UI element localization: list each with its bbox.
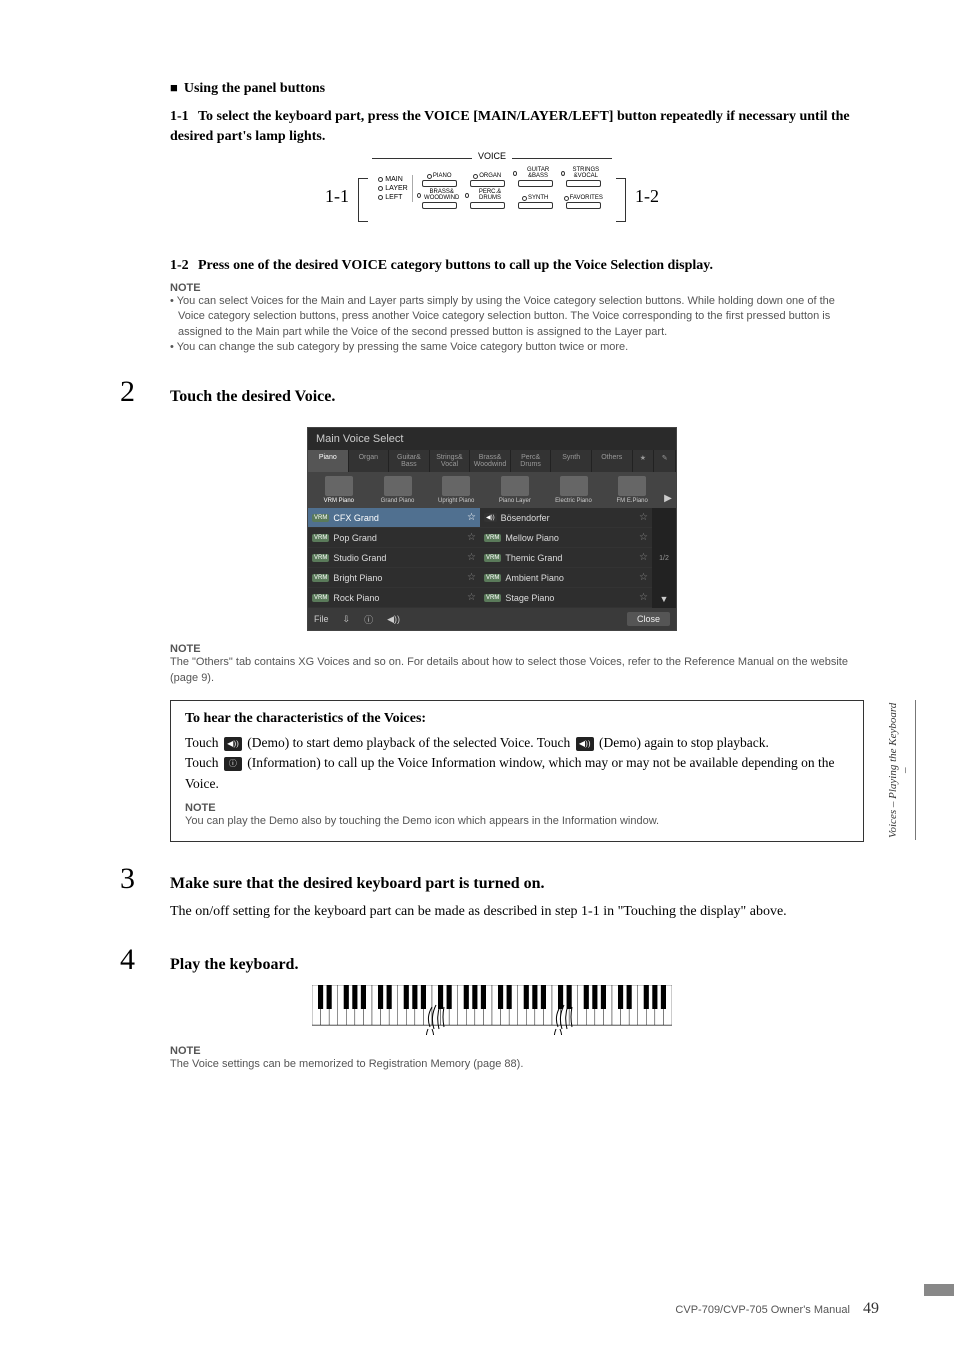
note-4-text: The Voice settings can be memorized to R… [120,1057,864,1072]
screenshot-footer: File ⇩ ⓘ ◀)) Close [308,608,676,630]
list-item[interactable]: VRMMellow Piano☆ [480,528,652,548]
page-footer: CVP-709/CVP-705 Owner's Manual 49 [675,1300,879,1318]
tab-custom[interactable]: ✎ [654,450,676,472]
demo-icon[interactable]: ◀)) [387,614,400,625]
info-icon[interactable]: ⓘ [364,613,373,626]
characteristics-box: To hear the characteristics of the Voice… [170,700,864,842]
list-item[interactable]: VRMStage Piano☆ [480,588,652,608]
step-3-body: The on/off setting for the keyboard part… [120,902,864,922]
note-label: NOTE [120,282,864,294]
voice-list: VRMCFX Grand☆ ◀))Bösendorfer☆ 1/2 ▼ VRMP… [308,508,676,608]
note-1-bullet-2: • You can change the sub category by pre… [120,340,864,355]
box-line-1: Touch ◀)) (Demo) to start demo playback … [185,733,849,753]
tab-brass[interactable]: Brass& Woodwind [470,450,511,472]
note-label: NOTE [185,802,849,814]
tab-guitar[interactable]: Guitar& Bass [389,450,430,472]
step-1-1: 1-1To select the keyboard part, press th… [120,107,864,146]
tab-piano[interactable]: Piano [308,450,349,472]
label-1-2: 1-2 [635,186,659,207]
window-title: Main Voice Select [308,428,676,450]
save-icon[interactable]: ⇩ [343,614,351,625]
voice-category-buttons: PIANO ORGAN GUITAR &BASS STRINGS &VOCAL … [417,167,606,209]
tab-organ[interactable]: Organ [349,450,390,472]
list-item[interactable]: VRMCFX Grand☆ [308,508,480,528]
box-note: You can play the Demo also by touching t… [185,814,849,829]
tab-perc[interactable]: Perc& Drums [511,450,552,472]
voice-panel-diagram: 1-1 VOICE MAIN LAYER LEFT PIANO ORGAN GU… [120,158,864,238]
list-item[interactable]: VRMPop Grand☆ [308,528,480,548]
list-item[interactable]: VRMBright Piano☆ [308,568,480,588]
box-title: To hear the characteristics of the Voice… [185,711,849,727]
category-tabs[interactable]: Piano Organ Guitar& Bass Strings& Vocal … [308,450,676,472]
tab-strings[interactable]: Strings& Vocal [430,450,471,472]
demo-icon[interactable]: ◀)) [224,737,242,751]
list-item[interactable]: VRMRock Piano☆ [308,588,480,608]
step-3-heading: 3 Make sure that the desired keyboard pa… [120,864,864,894]
main-layer-left-buttons: MAIN LAYER LEFT [378,175,412,202]
subcat-electric: Electric Piano [545,476,603,504]
label-1-1: 1-1 [325,186,349,207]
list-item[interactable]: VRMStudio Grand☆ [308,548,480,568]
list-item[interactable]: ◀))Bösendorfer☆ [480,508,652,528]
side-marker [924,1284,954,1296]
list-item[interactable]: VRMThemic Grand☆ [480,548,652,568]
subcat-grand: Grand Piano [369,476,427,504]
page-up-icon[interactable] [652,508,676,526]
panel-heading: ■Using the panel buttons [120,80,864,97]
info-icon[interactable]: ⓘ [224,757,242,771]
tab-synth[interactable]: Synth [551,450,592,472]
step-2-heading: 2 Touch the desired Voice. [120,377,864,407]
subcat-layer: Piano Layer [486,476,544,504]
page-number: 49 [863,1300,879,1317]
note-label: NOTE [120,643,864,655]
subcat-fm: FM E.Piano [603,476,661,504]
scroll-right-icon[interactable]: ▶ [662,493,674,504]
subcategory-row[interactable]: VRM Piano Grand Piano Upright Piano Pian… [308,472,676,508]
page-indicator: 1/2 [652,526,676,590]
note-label: NOTE [120,1045,864,1057]
list-item[interactable]: VRMAmbient Piano☆ [480,568,652,588]
subcat-vrm: VRM Piano [310,476,368,504]
tab-favorites[interactable]: ★ [633,450,655,472]
close-button[interactable]: Close [627,612,670,626]
demo-icon[interactable]: ◀)) [576,737,594,751]
box-line-2: Touch ⓘ (Information) to call up the Voi… [185,753,849,794]
voice-select-screenshot: Main Voice Select Piano Organ Guitar& Ba… [307,427,677,631]
page-down-icon[interactable]: ▼ [652,590,676,608]
tab-others[interactable]: Others [592,450,633,472]
keyboard-illustration [120,985,864,1039]
note-2-text: The "Others" tab contains XG Voices and … [120,655,864,686]
subcat-upright: Upright Piano [427,476,485,504]
note-1-bullet-1: • You can select Voices for the Main and… [120,294,864,340]
section-side-label: Voices – Playing the Keyboard – [887,700,916,840]
step-1-2: 1-2Press one of the desired VOICE catego… [120,256,864,276]
file-button[interactable]: File [314,614,329,624]
voice-section-label: VOICE [472,151,512,161]
step-4-heading: 4 Play the keyboard. [120,945,864,975]
